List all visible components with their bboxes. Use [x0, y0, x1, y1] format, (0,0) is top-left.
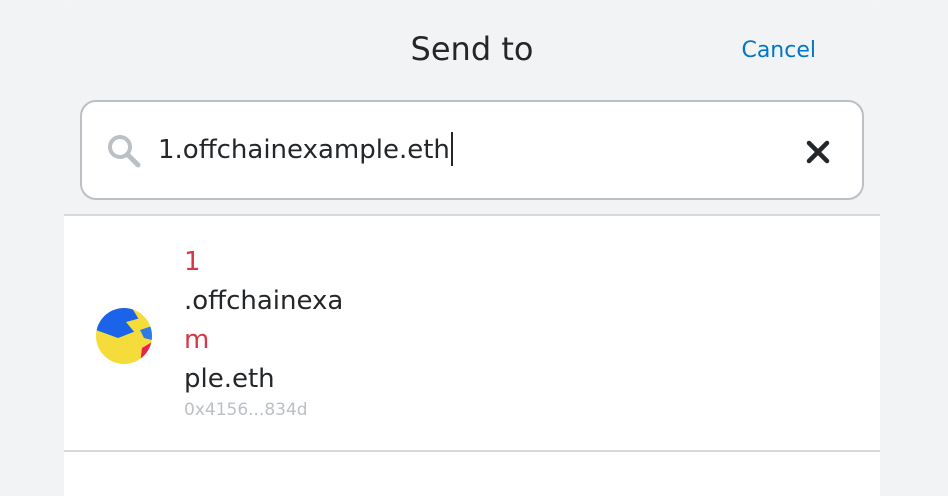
avatar [96, 308, 152, 364]
search-icon [108, 135, 141, 168]
close-icon[interactable] [804, 138, 832, 166]
send-to-header: Send to Cancel 1.offchainexample.eth [64, 0, 880, 216]
name-segment: .offchainexa [184, 286, 344, 316]
recipient-name: 1 .offchainexa m ple.eth [184, 243, 343, 399]
name-segment: ple.eth [184, 364, 275, 394]
name-match-segment: m [184, 325, 210, 355]
recipient-result-item[interactable]: 1 .offchainexa m ple.eth 0x4156...834d [64, 216, 880, 452]
send-to-panel: Send to Cancel 1.offchainexample.eth 1 .… [64, 0, 880, 496]
search-input-text: 1.offchainexample.eth [158, 135, 450, 165]
name-match-segment: 1 [184, 247, 201, 277]
recipient-address: 0x4156...834d [184, 400, 308, 420]
recipient-search-field[interactable]: 1.offchainexample.eth [80, 100, 864, 200]
cancel-button[interactable]: Cancel [741, 38, 816, 63]
text-caret [450, 132, 453, 166]
recipient-search-input[interactable]: 1.offchainexample.eth [158, 132, 453, 166]
